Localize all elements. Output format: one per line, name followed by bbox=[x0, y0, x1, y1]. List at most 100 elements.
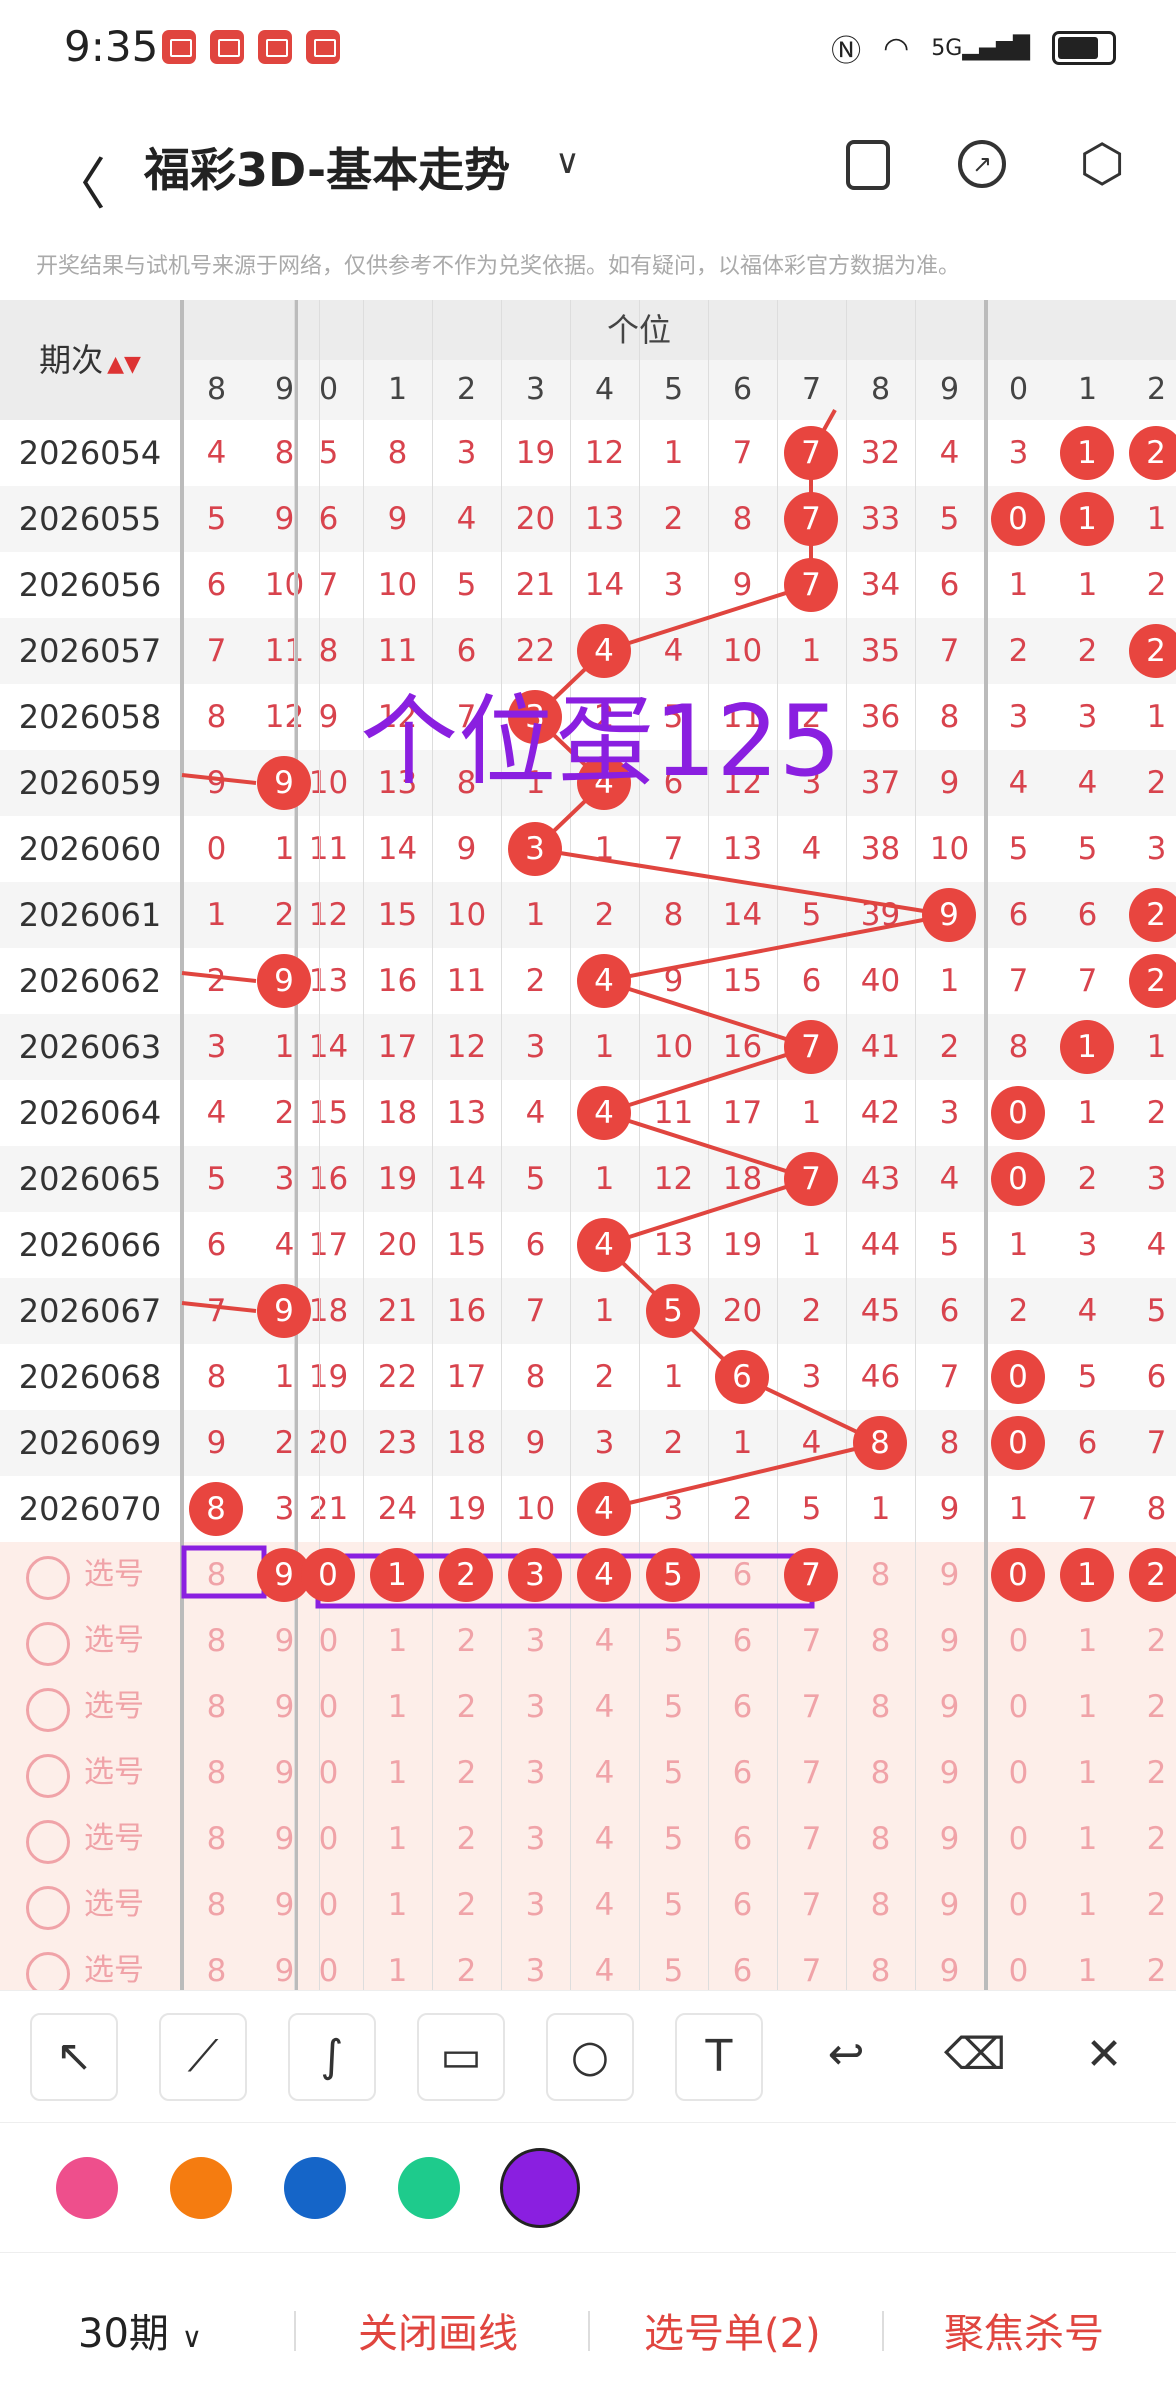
bottom-bar: 30期 ∨ 关闭画线 选号单(2) 聚焦杀号 bbox=[0, 2252, 1176, 2401]
miss-count: 4 bbox=[1077, 765, 1098, 801]
miss-count: 9 bbox=[206, 765, 227, 801]
hit-ball: 0 bbox=[991, 1152, 1045, 1206]
miss-count: 15 bbox=[308, 1095, 349, 1131]
miss-count: 4 bbox=[206, 435, 227, 471]
miss-count: 8 bbox=[663, 897, 684, 933]
status-time: 9:35 bbox=[64, 22, 159, 71]
settings-icon[interactable]: ⬡ bbox=[1078, 138, 1126, 190]
line-tool-icon[interactable]: ⟋ bbox=[159, 2013, 247, 2101]
period-header[interactable]: 期次 ▲▼ bbox=[0, 300, 180, 420]
focus-kill-button[interactable]: 聚焦杀号 bbox=[944, 2301, 1104, 2359]
miss-count: 2 bbox=[594, 1359, 615, 1395]
selected-ball[interactable]: 5 bbox=[646, 1548, 700, 1602]
miss-count: 1 bbox=[206, 897, 227, 933]
period-number: 2026070 bbox=[18, 1490, 162, 1528]
select-radio[interactable] bbox=[26, 1622, 70, 1666]
miss-count: 1 bbox=[1008, 567, 1029, 603]
miss-count: 16 bbox=[377, 963, 418, 999]
curve-tool-icon[interactable]: ∫ bbox=[288, 2013, 376, 2101]
select-radio[interactable] bbox=[26, 1556, 70, 1600]
miss-count: 3 bbox=[801, 1359, 822, 1395]
miss-count: 2 bbox=[1008, 1293, 1029, 1329]
selected-ball[interactable]: 3 bbox=[508, 1548, 562, 1602]
arrow-tool-icon[interactable]: ↖ bbox=[30, 2013, 118, 2101]
select-radio[interactable] bbox=[26, 1688, 70, 1732]
select-row[interactable]: 选号89012345678901290123457012 bbox=[0, 1542, 1176, 1608]
eraser-icon[interactable]: ⌫ bbox=[933, 2013, 1017, 2097]
miss-count: 3 bbox=[525, 1755, 546, 1791]
period-number: 2026067 bbox=[18, 1292, 162, 1330]
miss-count: 1 bbox=[387, 1689, 408, 1725]
selected-ball[interactable]: 1 bbox=[370, 1548, 424, 1602]
miss-count: 15 bbox=[722, 963, 763, 999]
periods-select[interactable]: 30期 ∨ bbox=[78, 2301, 202, 2359]
circle-tool-icon[interactable]: ○ bbox=[546, 2013, 634, 2101]
close-draw-button[interactable]: 关闭画线 bbox=[358, 2301, 518, 2359]
select-row[interactable]: 选号 8 9 0 1 2 3 4 5 6 7 8 9 0 1 2 bbox=[0, 1740, 1176, 1806]
select-radio[interactable] bbox=[26, 1886, 70, 1930]
miss-count: 0 bbox=[318, 1953, 339, 1989]
miss-count: 5 bbox=[663, 1755, 684, 1791]
layout-icon[interactable] bbox=[846, 140, 890, 190]
miss-count: 1 bbox=[732, 1425, 753, 1461]
miss-count: 6 bbox=[1077, 1425, 1098, 1461]
miss-count: 4 bbox=[594, 1623, 615, 1659]
miss-count: 7 bbox=[1008, 963, 1029, 999]
rect-tool-icon[interactable]: ▭ bbox=[417, 2013, 505, 2101]
hit-ball: 9 bbox=[257, 756, 311, 810]
select-row[interactable]: 选号 8 9 0 1 2 3 4 5 6 7 8 9 0 1 2 bbox=[0, 1674, 1176, 1740]
color-swatch[interactable] bbox=[284, 2157, 346, 2219]
digit-header: 2 bbox=[456, 372, 477, 407]
table-row: 2026069 9 2 20 23 18 9 3 2 1 4 8 8 0 6 7 bbox=[0, 1410, 1176, 1476]
miss-count: 20 bbox=[308, 1425, 349, 1461]
miss-count: 8 bbox=[525, 1359, 546, 1395]
selected-ball[interactable]: 4 bbox=[577, 1548, 631, 1602]
selected-ball[interactable]: 2 bbox=[1129, 1548, 1176, 1602]
page-title[interactable]: 福彩3D-基本走势 bbox=[144, 134, 510, 200]
wifi-icon: ◠ bbox=[883, 30, 910, 66]
selected-ball[interactable]: 0 bbox=[301, 1548, 355, 1602]
miss-count: 44 bbox=[860, 1227, 901, 1263]
select-row[interactable]: 选号 8 9 0 1 2 3 4 5 6 7 8 9 0 1 2 bbox=[0, 1608, 1176, 1674]
text-tool-icon[interactable]: T bbox=[675, 2013, 763, 2101]
miss-count: 8 bbox=[870, 1623, 891, 1659]
miss-count: 4 bbox=[939, 1161, 960, 1197]
selected-ball[interactable]: 0 bbox=[991, 1548, 1045, 1602]
selected-ball[interactable]: 1 bbox=[1060, 1548, 1114, 1602]
select-row[interactable]: 选号 8 9 0 1 2 3 4 5 6 7 8 9 0 1 2 bbox=[0, 1806, 1176, 1872]
clear-icon[interactable]: ✕ bbox=[1062, 2013, 1146, 2097]
undo-icon[interactable]: ↩ bbox=[804, 2013, 888, 2097]
back-icon[interactable]: 〈 bbox=[50, 140, 106, 221]
miss-count: 1 bbox=[1077, 1095, 1098, 1131]
miss-count: 2 bbox=[663, 1425, 684, 1461]
select-radio[interactable] bbox=[26, 1820, 70, 1864]
miss-count: 1 bbox=[663, 1359, 684, 1395]
selection-list-button[interactable]: 选号单(2) bbox=[644, 2301, 821, 2359]
miss-count: 8 bbox=[206, 1755, 227, 1791]
hit-ball: 4 bbox=[577, 954, 631, 1008]
miss-count: 7 bbox=[206, 633, 227, 669]
draw-toolbar: ↖ ⟋ ∫ ▭ ○ T ↩ ⌫ ✕ bbox=[0, 1990, 1176, 2123]
miss-count: 1 bbox=[663, 435, 684, 471]
miss-count: 0 bbox=[318, 1821, 339, 1857]
miss-count: 13 bbox=[584, 501, 625, 537]
select-row[interactable]: 选号 8 9 0 1 2 3 4 5 6 7 8 9 0 1 2 bbox=[0, 1938, 1176, 1990]
selected-ball[interactable]: 2 bbox=[439, 1548, 493, 1602]
chevron-down-icon[interactable]: ∨ bbox=[555, 142, 580, 182]
select-row[interactable]: 选号 8 9 0 1 2 3 4 5 6 7 8 9 0 1 2 bbox=[0, 1872, 1176, 1938]
share-icon[interactable]: ↗ bbox=[958, 140, 1006, 188]
color-swatch[interactable] bbox=[170, 2157, 232, 2219]
color-swatch[interactable] bbox=[56, 2157, 118, 2219]
miss-count: 0 bbox=[318, 1689, 339, 1725]
miss-count: 0 bbox=[318, 1887, 339, 1923]
miss-count: 3 bbox=[1146, 1161, 1167, 1197]
selected-ball[interactable]: 7 bbox=[784, 1548, 838, 1602]
sort-icon[interactable]: ▲▼ bbox=[107, 352, 141, 377]
miss-count: 1 bbox=[594, 1029, 615, 1065]
miss-count: 3 bbox=[594, 1425, 615, 1461]
color-swatch[interactable] bbox=[500, 2148, 580, 2228]
select-radio[interactable] bbox=[26, 1754, 70, 1798]
color-swatch[interactable] bbox=[398, 2157, 460, 2219]
miss-count: 0 bbox=[318, 1755, 339, 1791]
select-radio[interactable] bbox=[26, 1952, 70, 1990]
